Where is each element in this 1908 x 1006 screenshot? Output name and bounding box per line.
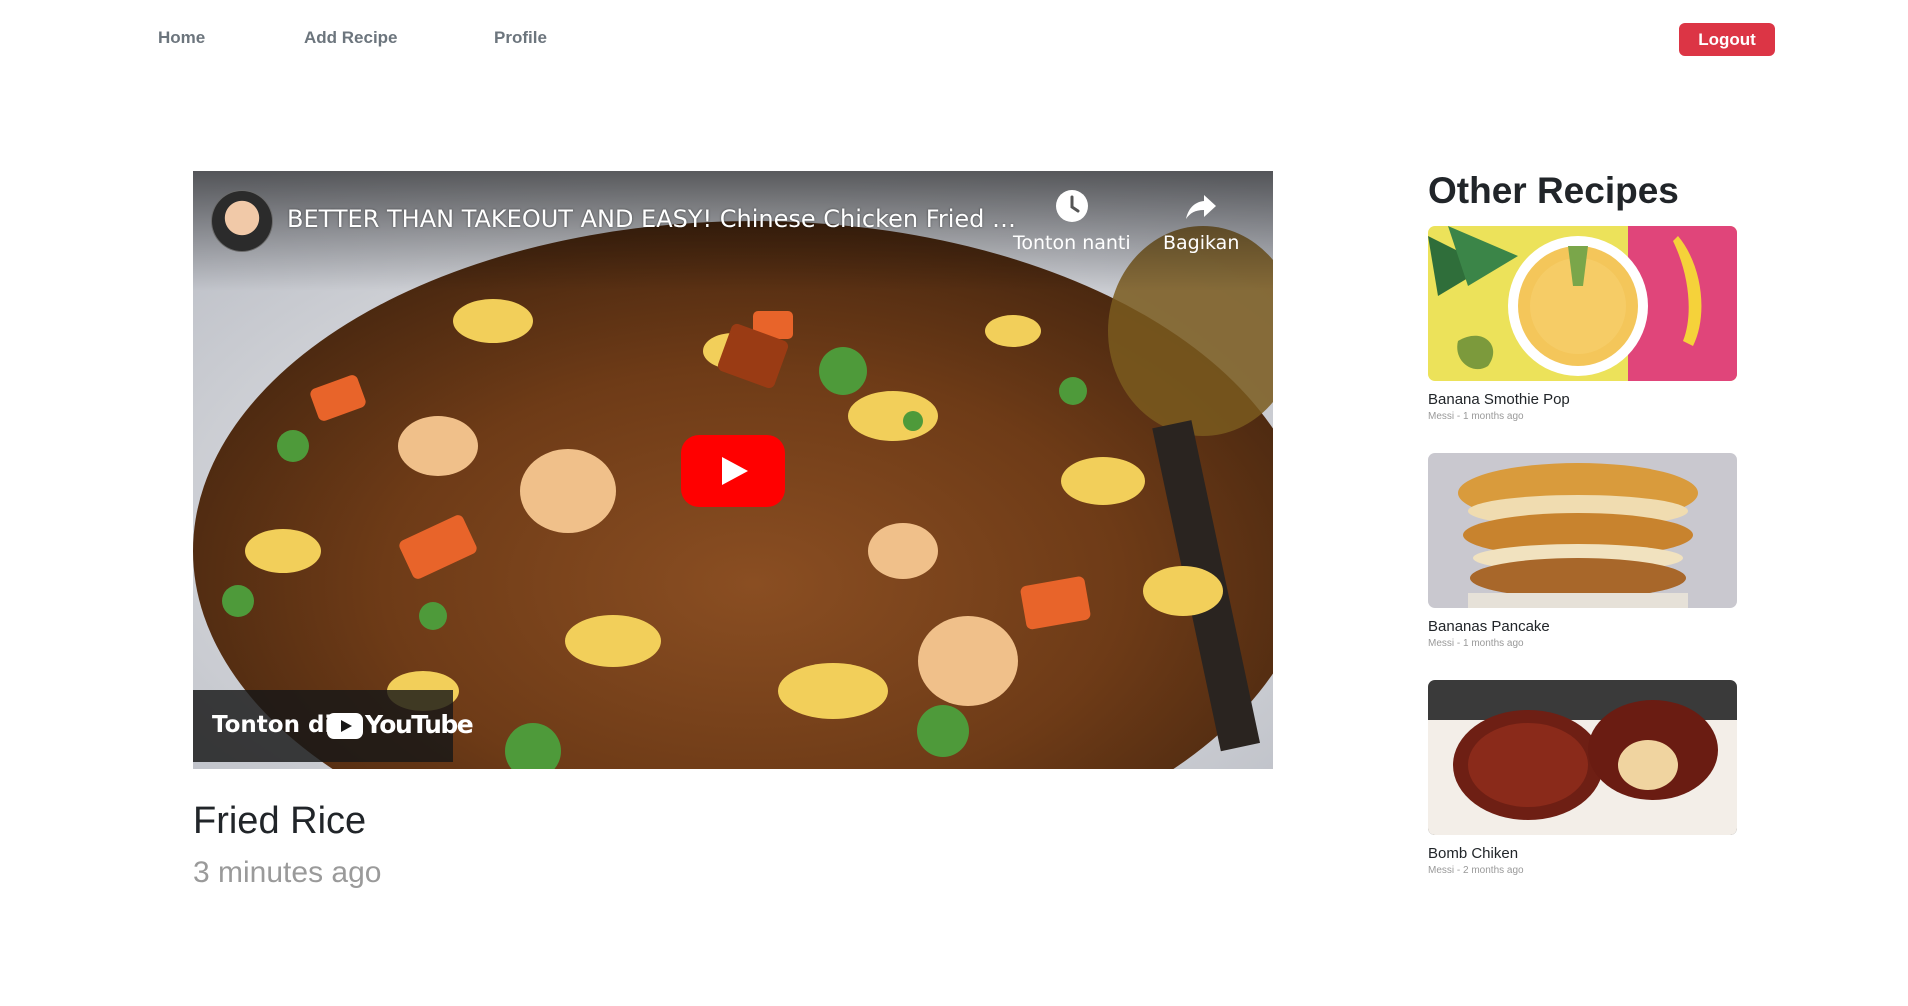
recipe-card-name[interactable]: Banana Smothie Pop [1428, 391, 1737, 408]
recipe-timestamp: 3 minutes ago [193, 856, 382, 889]
watch-on-youtube-button[interactable]: Tonton di YouTube [193, 690, 474, 762]
recipe-thumbnail [1428, 226, 1737, 381]
play-icon[interactable] [681, 435, 785, 507]
video-title[interactable]: BETTER THAN TAKEOUT AND EASY! Chinese Ch… [287, 205, 1017, 233]
youtube-embed[interactable]: BETTER THAN TAKEOUT AND EASY! Chinese Ch… [193, 171, 1273, 769]
recipe-card[interactable]: Banana Smothie Pop Messi - 1 months ago [1428, 226, 1737, 422]
recipe-thumbnail [1428, 453, 1737, 608]
nav-profile-link[interactable]: Profile [494, 28, 547, 48]
recipe-card-meta: Messi - 2 months ago [1428, 865, 1524, 876]
nav-add-recipe-link[interactable]: Add Recipe [304, 28, 398, 48]
navbar: Home Add Recipe Profile Logout [0, 0, 1908, 78]
share-button[interactable]: Bagikan [1163, 189, 1239, 254]
nav-home-link[interactable]: Home [158, 28, 205, 48]
recipe-card[interactable]: Bomb Chiken Messi - 2 months ago [1428, 680, 1737, 876]
recipe-thumbnail [1428, 680, 1737, 835]
share-label: Bagikan [1163, 232, 1240, 254]
recipe-card-meta: Messi - 1 months ago [1428, 411, 1524, 422]
share-icon [1186, 195, 1217, 219]
recipe-title: Fried Rice [193, 800, 367, 842]
recipe-card-name[interactable]: Bananas Pancake [1428, 618, 1737, 635]
recipe-card-name[interactable]: Bomb Chiken [1428, 845, 1737, 862]
youtube-wordmark: YouTube [365, 710, 474, 739]
watch-later-label: Tonton nanti [1013, 232, 1131, 254]
watch-later-button[interactable]: Tonton nanti [1013, 189, 1131, 254]
logout-button[interactable]: Logout [1679, 23, 1775, 56]
channel-avatar[interactable] [211, 190, 273, 252]
youtube-logo-icon [327, 713, 363, 739]
other-recipes-heading: Other Recipes [1428, 170, 1679, 211]
clock-icon [1055, 190, 1088, 222]
recipe-card-meta: Messi - 1 months ago [1428, 638, 1524, 649]
watch-on-label: Tonton di [212, 712, 333, 738]
recipe-card[interactable]: Bananas Pancake Messi - 1 months ago [1428, 453, 1737, 649]
